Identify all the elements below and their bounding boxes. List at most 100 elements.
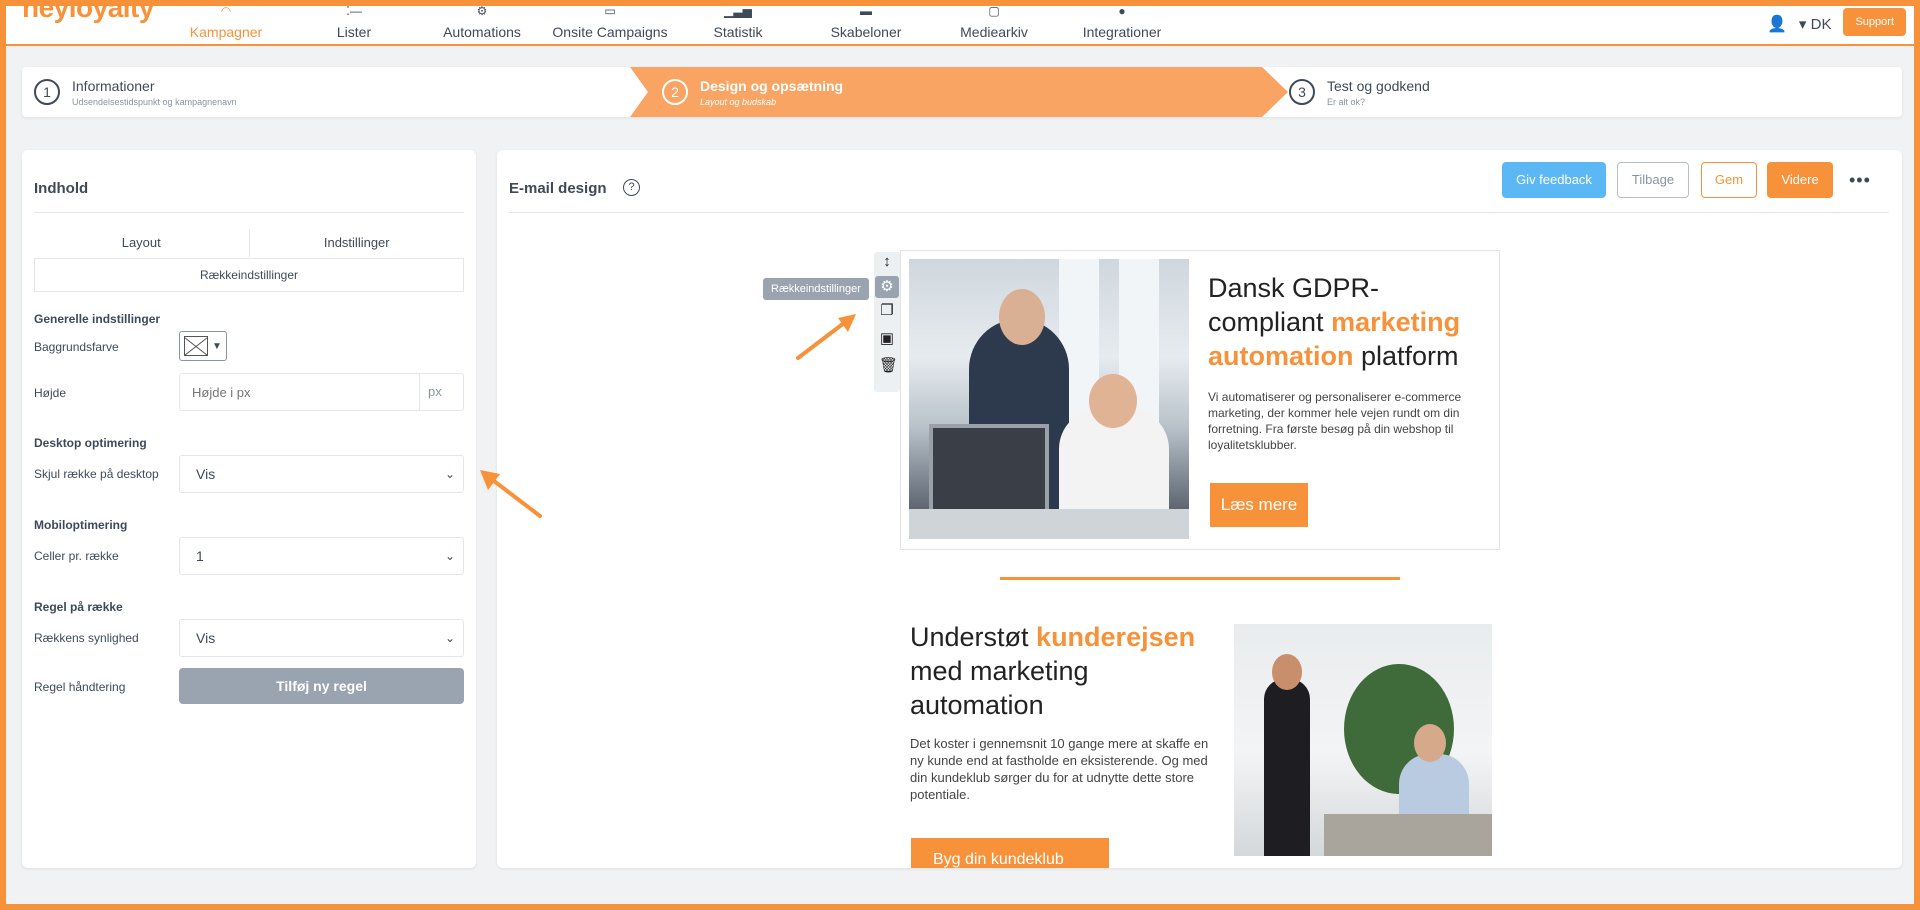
nav-item-automations[interactable]: ⚙ Automations	[412, 4, 552, 46]
gear-icon: ⚙	[476, 4, 488, 18]
section-mobile: Mobiloptimering	[34, 518, 128, 532]
annotation-arrow-icon	[796, 314, 856, 360]
step-title: Design og opsætning	[700, 77, 844, 94]
support-button[interactable]: Support	[1843, 8, 1906, 36]
move-row-icon[interactable]: ↕	[879, 254, 895, 270]
add-rule-button[interactable]: Tilføj ny regel	[179, 668, 464, 704]
nav-item-mediearkiv[interactable]: ▢ Mediearkiv	[924, 4, 1064, 46]
nav-item-skabeloner[interactable]: ▬ Skabeloner	[796, 4, 936, 46]
step-informationer[interactable]: 1 Informationer Udsendelsestidspunkt og …	[34, 67, 237, 117]
help-icon[interactable]: ?	[623, 179, 640, 196]
duplicate-row-icon[interactable]: ❐	[879, 303, 895, 319]
nav-item-onsite-campaigns[interactable]: ▭ Onsite Campaigns	[540, 4, 680, 46]
tab-indstillinger[interactable]: Indstillinger	[250, 225, 465, 261]
user-settings-icon[interactable]: 👤	[1767, 14, 1787, 34]
content-panel: Indhold Layout Indstillinger Rækkeindsti…	[22, 150, 476, 868]
read-more-button[interactable]: Læs mere	[1210, 483, 1308, 527]
chevron-down-icon: ⌄	[444, 467, 455, 481]
bar-chart-icon: ▁▃▅	[724, 4, 752, 18]
save-row-icon[interactable]: ▣	[879, 331, 895, 347]
language-select[interactable]: ▾ DK	[1799, 15, 1832, 33]
email-body-text: Vi automatiserer og personaliserer e-com…	[1208, 390, 1462, 452]
delete-row-icon[interactable]: 🗑	[879, 358, 898, 374]
step-design[interactable]: 2 Design og opsætning Layout og budskab	[662, 67, 843, 117]
height-input[interactable]	[179, 373, 419, 411]
nav-item-lister[interactable]: ⁚― Lister	[284, 4, 424, 46]
row-toolbar: ↕ ⚙ ❐ ▣ 🗑	[874, 252, 900, 392]
divider	[34, 212, 464, 213]
chevron-down-icon: ⌄	[444, 631, 455, 645]
nav-item-statistik[interactable]: ▁▃▅ Statistik	[668, 4, 808, 46]
headline-text: Understøt	[910, 622, 1037, 652]
step-subtitle: Er alt ok?	[1327, 96, 1366, 107]
step-title: Test og godkend	[1327, 77, 1430, 94]
headline-text: med marketing automation	[910, 656, 1089, 720]
hide-desktop-label: Skjul række på desktop	[34, 467, 159, 481]
background-color-picker[interactable]: ▼	[179, 331, 227, 361]
select-value: Vis	[196, 630, 216, 646]
step-title: Informationer	[72, 77, 155, 94]
panel-title: Indhold	[34, 180, 89, 197]
no-color-swatch-icon	[184, 336, 208, 356]
next-button[interactable]: Videre	[1767, 162, 1833, 198]
tab-raekkeindstillinger[interactable]: Rækkeindstillinger	[34, 258, 464, 292]
chevron-down-icon: ⌄	[444, 549, 455, 563]
step-test[interactable]: 3 Test og godkend Er alt ok?	[1289, 67, 1430, 117]
row-settings-icon[interactable]: ⚙	[875, 276, 899, 298]
section-rule: Regel på række	[34, 600, 123, 614]
email-divider	[1000, 577, 1400, 580]
list-icon: ⁚―	[346, 4, 362, 18]
annotation-arrow-icon	[480, 470, 542, 518]
background-color-label: Baggrundsfarve	[34, 340, 119, 354]
step-subtitle: Udsendelsestidspunkt og kampagnenavn	[72, 96, 237, 107]
build-club-button[interactable]: Byg din kundeklub	[911, 838, 1109, 868]
headline-accent: kunderejsen	[1036, 622, 1196, 652]
cells-per-row-select[interactable]: 1 ⌄	[179, 537, 464, 575]
top-right-controls: 👤 ▾ DK Support	[1767, 8, 1906, 36]
feedback-button[interactable]: Giv feedback	[1502, 162, 1606, 198]
email-design-panel: E-mail design ? Giv feedback Tilbage Gem…	[497, 150, 1902, 868]
nav-item-integrationer[interactable]: ● Integrationer	[1052, 4, 1192, 46]
panel-title: E-mail design	[509, 180, 607, 197]
row-settings-tooltip: Rækkeindstillinger	[763, 278, 869, 300]
step-number: 3	[1289, 79, 1315, 105]
rule-handling-label: Regel håndtering	[34, 680, 126, 694]
select-value: 1	[196, 548, 204, 564]
email-row-1[interactable]: Dansk GDPR-compliant marketing automatio…	[900, 250, 1500, 550]
plug-icon: ●	[1118, 4, 1126, 18]
template-icon: ▬	[860, 4, 872, 18]
more-options-icon[interactable]: •••	[1849, 170, 1871, 191]
save-button[interactable]: Gem	[1701, 162, 1757, 198]
select-value: Vis	[196, 466, 216, 482]
step-subtitle: Layout og budskab	[700, 96, 777, 107]
campaign-stepper: 1 Informationer Udsendelsestidspunkt og …	[22, 67, 1902, 117]
caret-down-icon: ▼	[212, 340, 222, 352]
height-unit: px	[419, 373, 464, 411]
row-visibility-select[interactable]: Vis ⌄	[179, 619, 464, 657]
image-icon: ▢	[988, 4, 1000, 18]
section-desktop: Desktop optimering	[34, 436, 147, 450]
divider	[509, 212, 1889, 213]
language-label: DK	[1810, 16, 1832, 33]
content-tabs: Layout Indstillinger	[34, 225, 464, 261]
height-label: Højde	[34, 386, 67, 400]
step-number: 2	[662, 79, 688, 105]
bottom-toolbar	[0, 884, 1920, 910]
tab-layout[interactable]: Layout	[34, 225, 249, 261]
megaphone-icon: ◠	[220, 4, 232, 18]
heyloyalty-logo[interactable]: heyloyalty	[22, 0, 154, 24]
window-icon: ▭	[604, 4, 616, 18]
step-number: 1	[34, 79, 60, 105]
office-team-photo	[1234, 624, 1492, 856]
cells-per-row-label: Celler pr. række	[34, 549, 119, 563]
section-general: Generelle indstillinger	[34, 312, 161, 326]
email-body-text-2: Det koster i gennemsnit 10 gange mere at…	[910, 736, 1209, 802]
back-button[interactable]: Tilbage	[1617, 162, 1689, 198]
hide-desktop-select[interactable]: Vis ⌄	[179, 455, 464, 493]
headline-text: platform	[1353, 341, 1459, 371]
email-headline: Dansk GDPR-compliant marketing automatio…	[1208, 271, 1488, 373]
top-navigation: heyloyalty ◠ Kampagner ⁚― Lister ⚙ Autom…	[0, 0, 1920, 46]
business-meeting-photo	[909, 259, 1189, 539]
email-headline-2: Understøt kunderejsen med marketing auto…	[910, 620, 1210, 722]
nav-item-kampagner[interactable]: ◠ Kampagner	[156, 4, 296, 46]
